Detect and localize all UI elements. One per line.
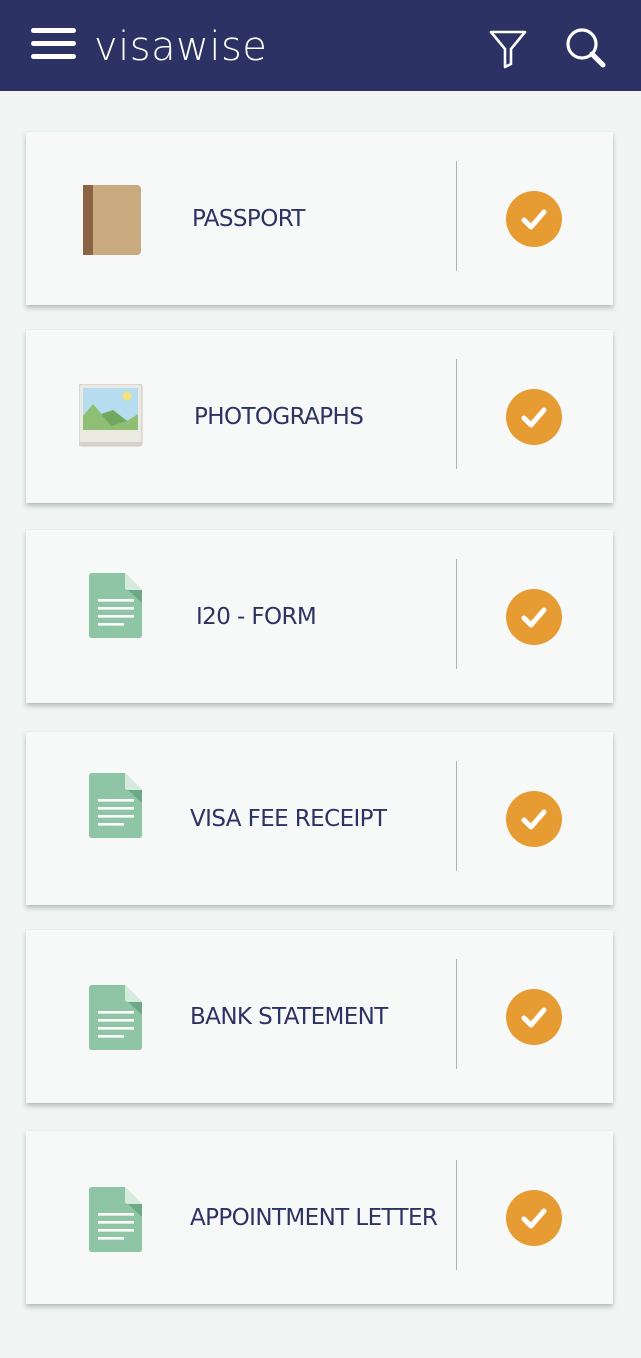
document-icon xyxy=(89,573,142,638)
search-button[interactable] xyxy=(563,26,609,70)
filter-icon xyxy=(489,30,527,69)
menu-button[interactable] xyxy=(31,27,77,63)
check-icon xyxy=(521,809,547,830)
check-icon xyxy=(521,607,547,628)
divider xyxy=(456,161,457,271)
document-label: I20 - FORM xyxy=(196,603,317,630)
document-label: APPOINTMENT LETTER xyxy=(190,1204,438,1231)
document-card-bank-statement[interactable]: BANK STATEMENT xyxy=(26,930,613,1103)
status-check-button[interactable] xyxy=(506,989,562,1045)
divider xyxy=(456,761,457,871)
document-card-i20-form[interactable]: I20 - FORM xyxy=(26,530,613,703)
check-icon xyxy=(521,1007,547,1028)
document-icon xyxy=(89,1187,142,1252)
check-icon xyxy=(521,407,547,428)
document-label: BANK STATEMENT xyxy=(190,1003,388,1030)
document-card-passport[interactable]: PASSPORT xyxy=(26,132,613,305)
check-icon xyxy=(521,1208,547,1229)
app-title: visawise xyxy=(94,24,268,70)
document-label: PHOTOGRAPHS xyxy=(194,403,364,430)
filter-button[interactable] xyxy=(488,28,528,70)
document-label: PASSPORT xyxy=(192,205,305,232)
check-icon xyxy=(521,209,547,230)
search-icon xyxy=(566,28,606,68)
document-icon xyxy=(89,773,142,838)
document-card-appointment-letter[interactable]: APPOINTMENT LETTER xyxy=(26,1131,613,1304)
status-check-button[interactable] xyxy=(506,389,562,445)
status-check-button[interactable] xyxy=(506,791,562,847)
passport-book-icon xyxy=(83,185,141,255)
divider xyxy=(456,359,457,469)
divider xyxy=(456,559,457,669)
divider xyxy=(456,1160,457,1270)
hamburger-menu-icon xyxy=(31,28,76,59)
status-check-button[interactable] xyxy=(506,191,562,247)
status-check-button[interactable] xyxy=(506,589,562,645)
status-check-button[interactable] xyxy=(506,1190,562,1246)
document-icon xyxy=(89,985,142,1050)
document-card-visa-fee-receipt[interactable]: VISA FEE RECEIPT xyxy=(26,732,613,905)
document-label: VISA FEE RECEIPT xyxy=(190,805,387,832)
divider xyxy=(456,959,457,1069)
document-card-photographs[interactable]: PHOTOGRAPHS xyxy=(26,330,613,503)
app-header: visawise xyxy=(0,0,641,91)
photo-icon xyxy=(79,384,143,447)
